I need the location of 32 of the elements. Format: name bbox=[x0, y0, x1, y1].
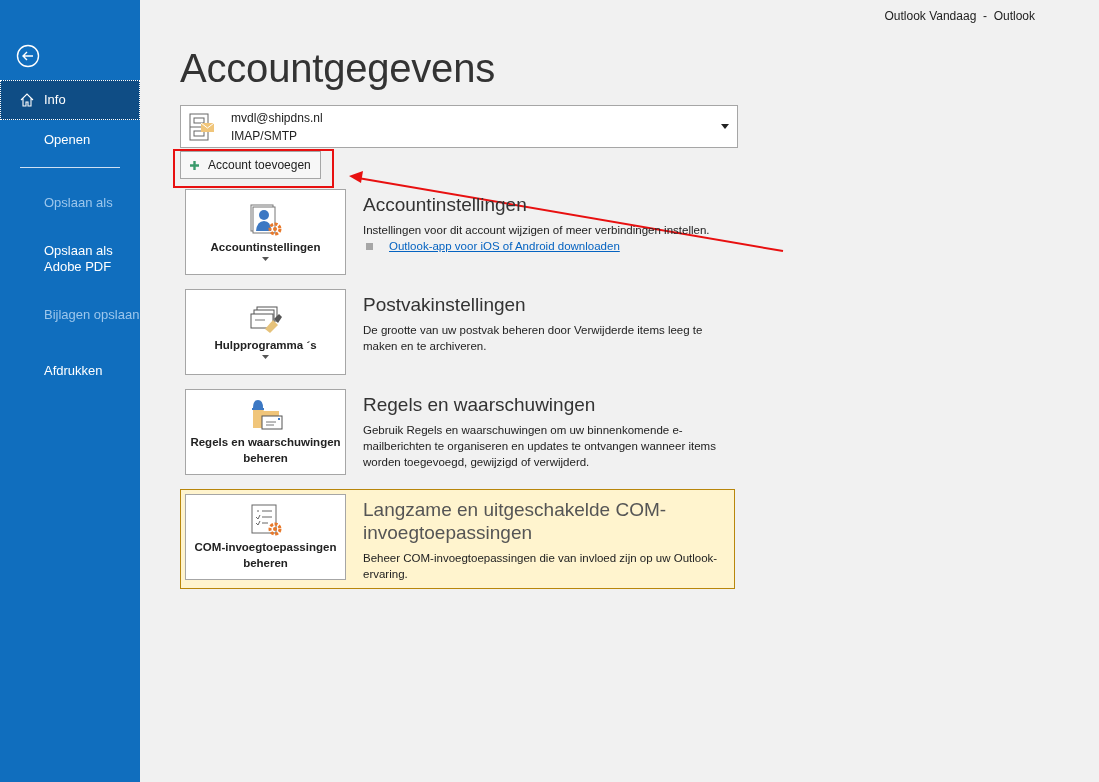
sidebar-item[interactable]: Openen bbox=[0, 120, 140, 160]
download-link[interactable]: Outlook-app voor iOS of Android downloaden bbox=[389, 240, 620, 252]
section-title: Postvakinstellingen bbox=[363, 293, 527, 316]
add-account-button[interactable]: Account toevoegen bbox=[180, 151, 321, 179]
section-button[interactable]: Regels en waarschuwingen beheren bbox=[185, 389, 346, 475]
home-icon bbox=[20, 93, 34, 107]
account-settings-icon bbox=[248, 203, 283, 237]
sidebar-item[interactable]: Opslaan als Adobe PDF bbox=[0, 231, 140, 287]
section-button[interactable]: COM-invoegtoepassingen beheren bbox=[185, 494, 346, 580]
sidebar-item[interactable]: Afdrukken bbox=[0, 343, 140, 399]
checklist-gear-icon bbox=[248, 503, 283, 537]
sidebar-item[interactable]: Info bbox=[0, 80, 140, 120]
section-description: Beheer COM-invoegtoepassingen die van invloed zijn op uw Outlook-ervaring. bbox=[363, 551, 719, 582]
section-title: Langzame en uitgeschakelde COM-invoegtoepassingen bbox=[363, 498, 668, 544]
section-description: Gebruik Regels en waarschuwingen om uw binnenkomende e-mailberichten te organiseren en updates te ontvangen wanneer items worden toegevoegd, gewijzigd of verwijderd. bbox=[363, 423, 717, 470]
section-button[interactable]: Accountinstellingen bbox=[185, 189, 346, 275]
section-button[interactable]: Hulpprogramma ´s bbox=[185, 289, 346, 375]
account-selector[interactable]: mvdl@shipdns.nl IMAP/SMTP bbox=[180, 105, 738, 148]
toolbox-brush-icon bbox=[248, 305, 283, 335]
account-email: mvdl@shipdns.nl bbox=[231, 109, 323, 127]
section-description: Instellingen voor dit account wijzigen of meer verbindingen instellen. bbox=[363, 223, 711, 238]
back-icon[interactable] bbox=[16, 44, 40, 68]
window-title: Outlook Vandaag - Outlook bbox=[884, 9, 1035, 23]
cabinet-mail-icon bbox=[189, 112, 215, 141]
plus-icon bbox=[190, 160, 199, 170]
section-title: Accountinstellingen bbox=[363, 193, 528, 216]
dropdown-caret-icon bbox=[721, 124, 729, 129]
account-type: IMAP/SMTP bbox=[231, 127, 298, 145]
section-description: De grootte van uw postvak beheren door Verwijderde items leeg te maken en te archiveren. bbox=[363, 323, 704, 354]
section-title: Regels en waarschuwingen bbox=[363, 393, 597, 416]
bullet-icon bbox=[366, 242, 373, 250]
page-heading: Accountgegevens bbox=[180, 45, 496, 91]
